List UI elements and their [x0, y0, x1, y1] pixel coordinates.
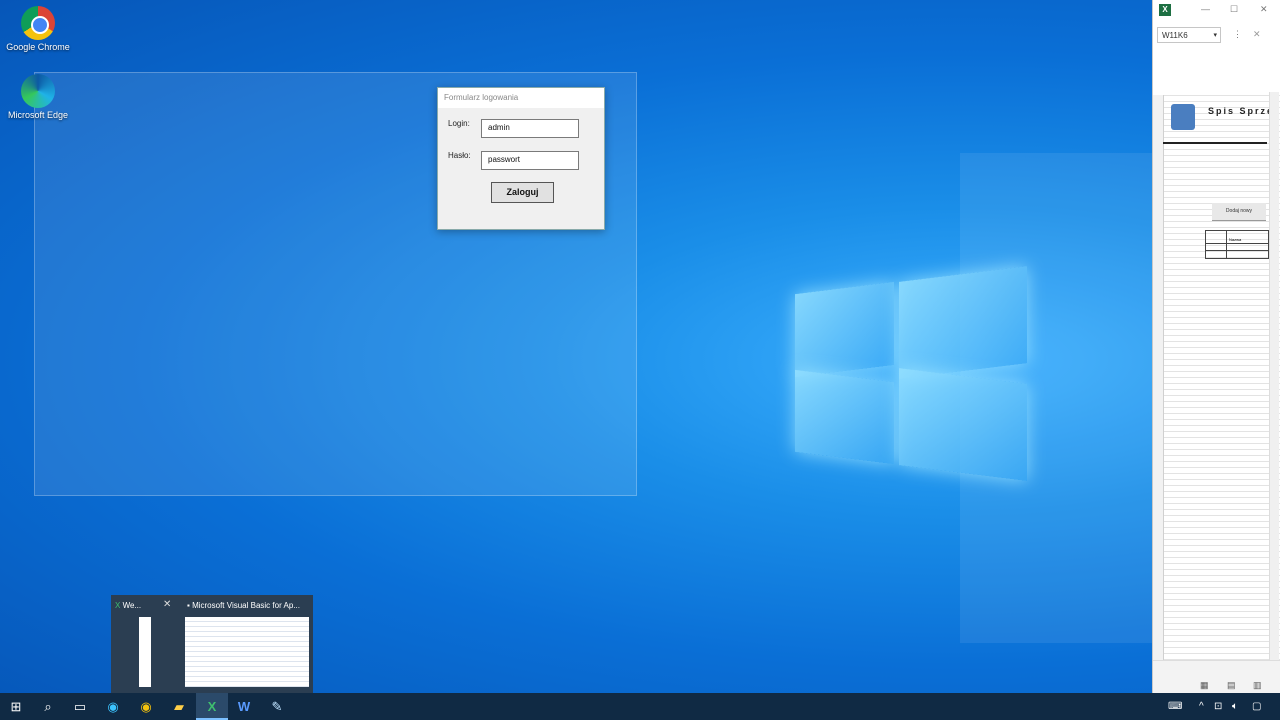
chrome-icon [21, 6, 55, 40]
vertical-scrollbar[interactable] [1269, 92, 1279, 660]
page-layout-icon[interactable]: ▤ [1227, 680, 1236, 691]
preview-vba[interactable]: ▪ Microsoft Visual Basic for Ap... [183, 595, 313, 693]
taskbar-word[interactable]: W [228, 693, 260, 720]
windows-icon: ⊞ [10, 699, 22, 714]
dialog-title: Formularz logowania [438, 88, 604, 108]
name-box-value: W11K6 [1162, 31, 1188, 40]
chevron-up-icon[interactable]: ^ [1199, 693, 1204, 720]
excel-icon: X [115, 601, 121, 610]
search-button[interactable]: ⌕ [32, 693, 64, 720]
volume-icon[interactable]: 🔈︎ [1232, 693, 1238, 720]
desktop-icon-chrome[interactable]: Google Chrome [3, 6, 73, 52]
page-break-icon[interactable]: ▥ [1253, 680, 1262, 691]
inventory-table: Nazwa [1205, 230, 1269, 259]
minimize-icon[interactable]: — [1201, 4, 1210, 14]
password-label: Hasło: [448, 151, 471, 160]
inventory-icon [1171, 104, 1195, 130]
vba-icon: ▪ [187, 601, 190, 610]
taskbar-edge[interactable]: ◉ [97, 693, 129, 720]
cancel-formula-icon[interactable]: ✕ [1253, 29, 1261, 40]
name-box[interactable]: W11K6 ▾ [1157, 27, 1221, 43]
excel-icon: X [1159, 4, 1171, 16]
close-icon[interactable]: ✕ [163, 599, 171, 610]
preview-thumbnail [185, 617, 309, 687]
login-label: Login: [448, 119, 470, 128]
login-button[interactable]: Zaloguj [491, 182, 554, 203]
preview-excel[interactable]: X We... ✕ [111, 595, 181, 693]
password-input[interactable]: passwort [481, 151, 579, 170]
task-view-icon: ▭ [73, 699, 87, 714]
desktop-icon-label: Google Chrome [6, 42, 70, 52]
spreadsheet-grid[interactable] [1153, 90, 1280, 660]
taskbar-file-explorer[interactable]: ▰ [163, 693, 195, 720]
notification-icon[interactable]: ▢ [1252, 693, 1261, 720]
folder-icon: ▰ [174, 699, 184, 714]
taskbar: ⊞ ⌕ ▭ ◉ ◉ ▰ X W ✎ ⌨ ^ ⊡ 🔈︎ ▢ [0, 693, 1280, 720]
notepad-icon: ✎ [271, 699, 283, 714]
login-dialog: Formularz logowania Login: admin Hasło: … [437, 87, 605, 230]
taskbar-chrome[interactable]: ◉ [130, 693, 162, 720]
taskbar-preview-flyout: X We... ✕ ▪ Microsoft Visual Basic for A… [111, 595, 313, 693]
row-headers [1153, 95, 1164, 660]
keyboard-icon[interactable]: ⌨ [1168, 693, 1182, 720]
start-button[interactable]: ⊞ [0, 693, 32, 720]
more-icon[interactable]: ⋮ [1233, 29, 1242, 40]
add-new-button[interactable]: Dodaj nowy [1212, 203, 1266, 221]
close-icon[interactable]: ✕ [1260, 4, 1268, 15]
edge-icon [21, 74, 55, 108]
maximize-icon[interactable]: ☐ [1230, 4, 1238, 15]
chrome-icon: ◉ [140, 699, 152, 714]
table-header-name: Nazwa [1229, 237, 1242, 242]
desktop-icon-label: Microsoft Edge [7, 110, 69, 120]
preview-caption: ▪ Microsoft Visual Basic for Ap... [187, 601, 300, 610]
preview-thumbnail [139, 617, 151, 687]
chevron-down-icon[interactable]: ▾ [1213, 28, 1217, 44]
normal-view-icon[interactable]: ▦ [1200, 680, 1209, 691]
windows-logo-wallpaper [795, 255, 1027, 492]
word-icon: W [237, 699, 251, 714]
divider [1163, 142, 1267, 144]
excel-window: X — ☐ ✕ W11K6 ▾ ⋮ ✕ Spis Sprzę Dodaj now… [1152, 0, 1280, 694]
taskbar-notepad[interactable]: ✎ [261, 693, 293, 720]
edge-icon: ◉ [107, 699, 119, 714]
desktop-icon-edge[interactable]: Microsoft Edge [3, 74, 73, 120]
excel-icon: X [207, 699, 217, 714]
excel-titlebar: X — ☐ ✕ [1153, 0, 1280, 22]
preview-caption: X We... [115, 601, 142, 610]
network-icon[interactable]: ⊡ [1214, 693, 1222, 720]
sheet-title: Spis Sprzę [1208, 106, 1275, 116]
task-view-button[interactable]: ▭ [64, 693, 96, 720]
search-icon: ⌕ [44, 699, 52, 714]
login-input[interactable]: admin [481, 119, 579, 138]
taskbar-excel[interactable]: X [196, 693, 228, 720]
